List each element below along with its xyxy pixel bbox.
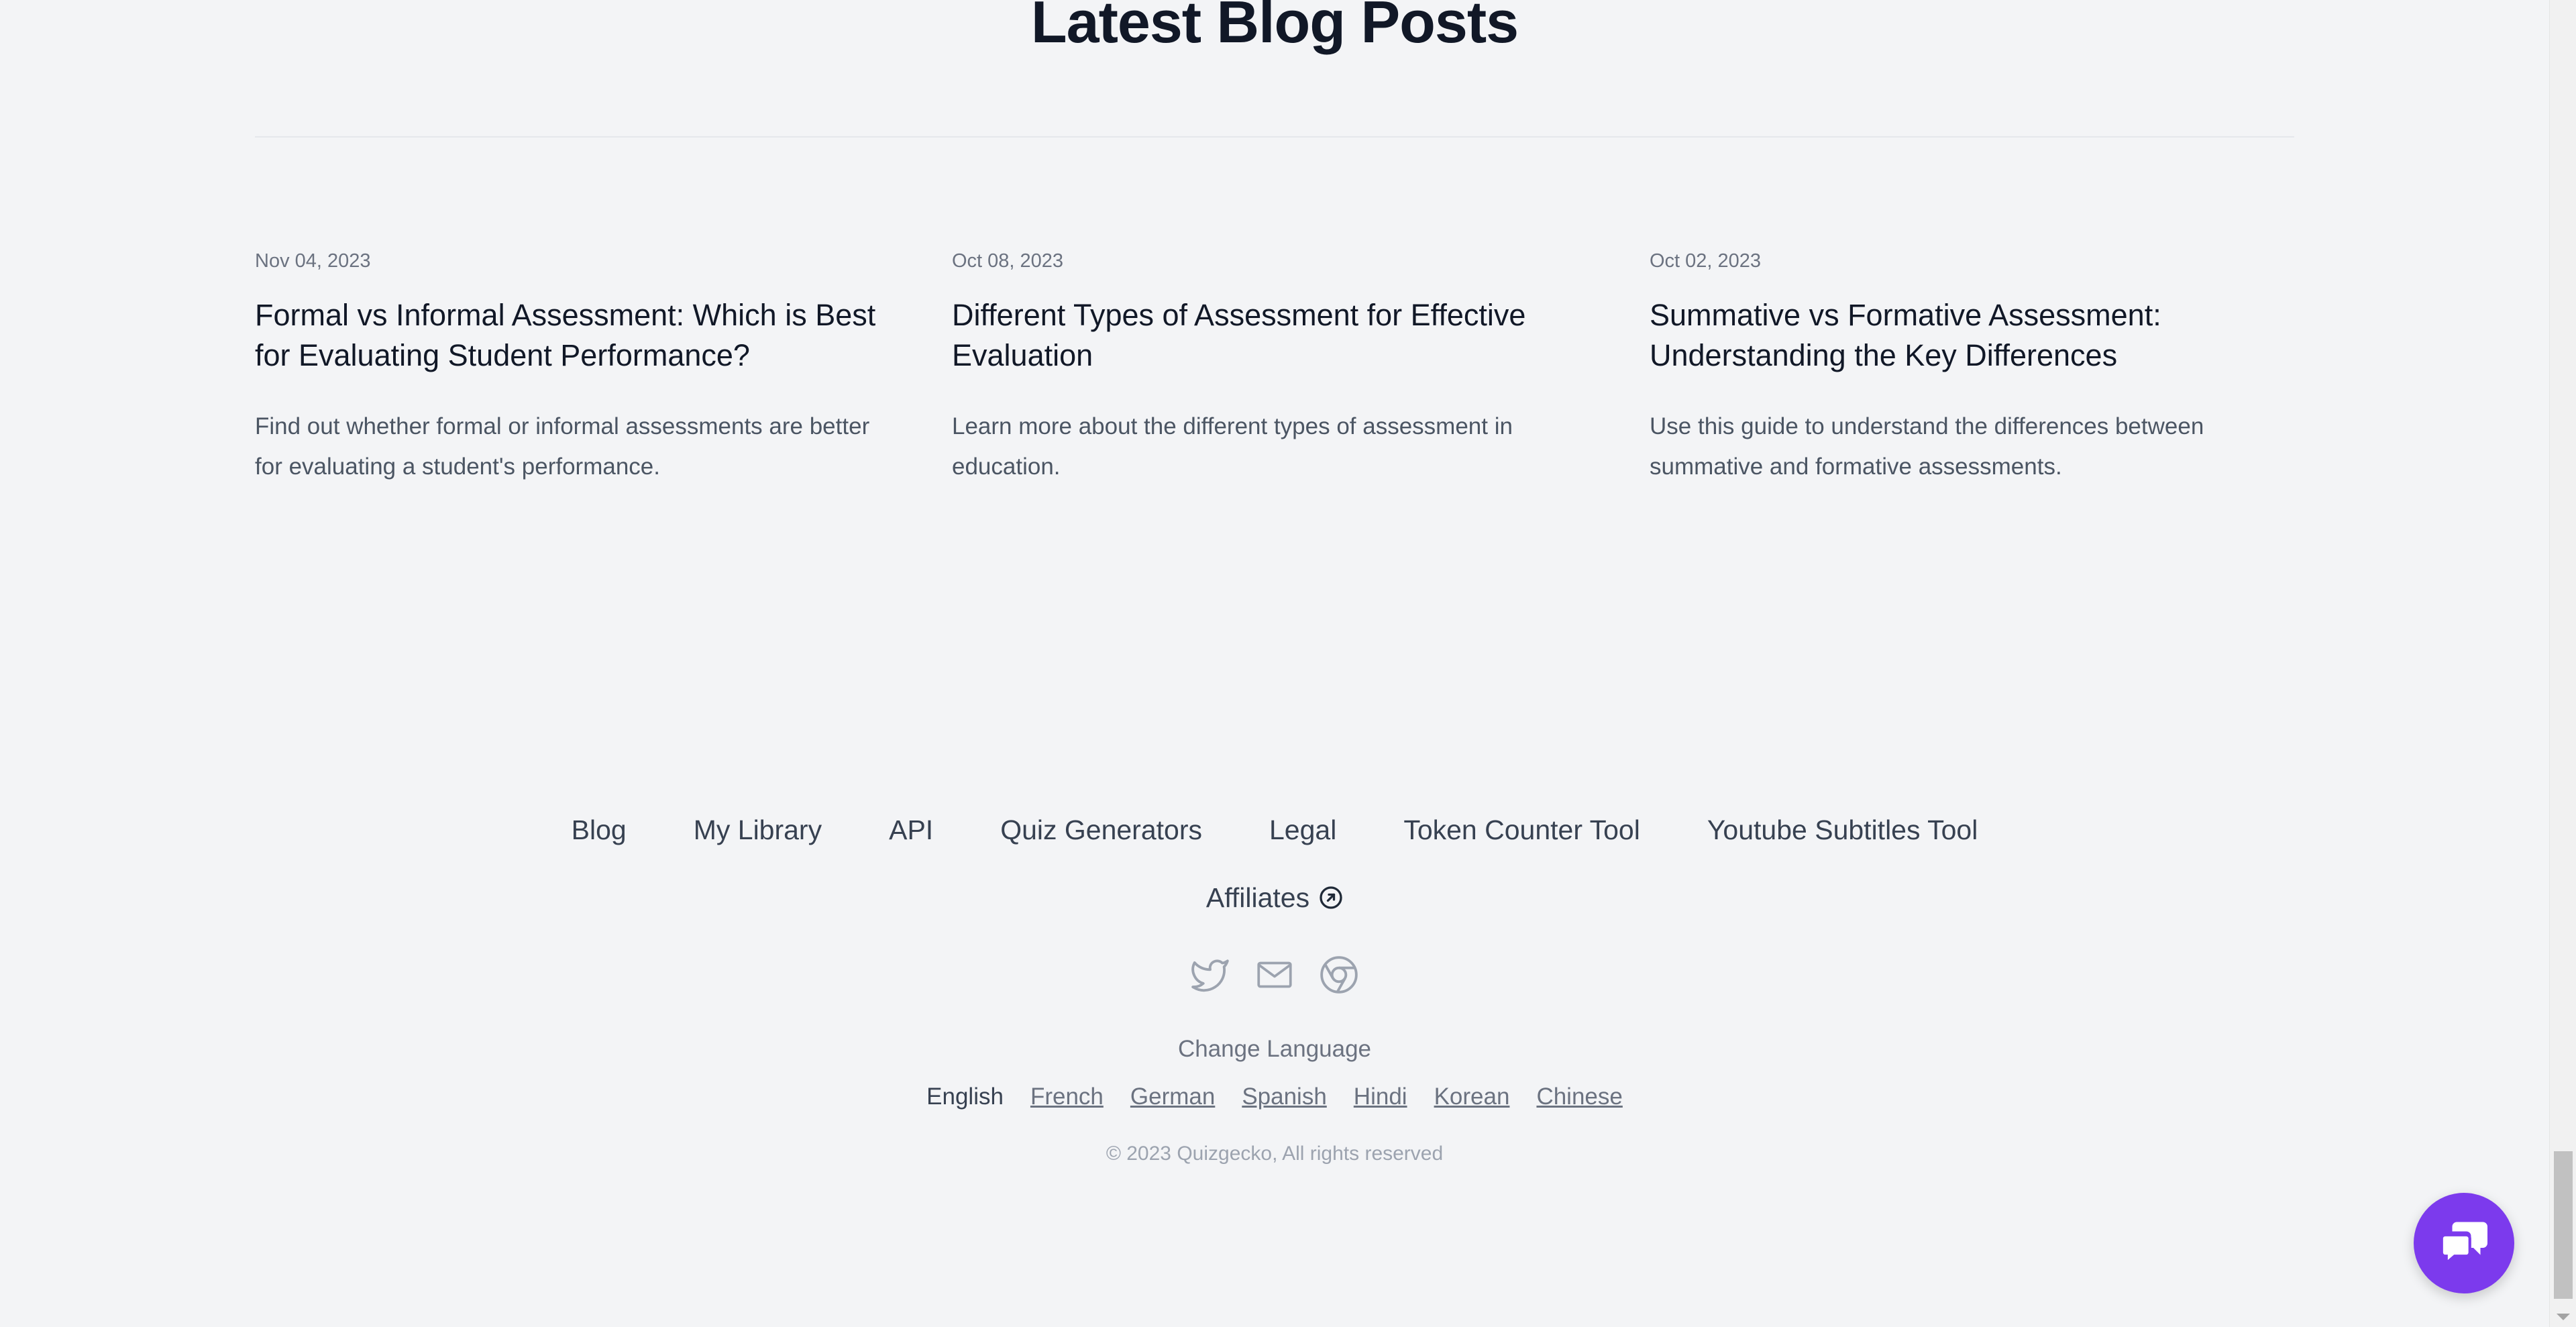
footer-link-token-counter-tool[interactable]: Token Counter Tool — [1403, 810, 1640, 850]
scrollbar[interactable] — [2549, 0, 2576, 1327]
language-link-french[interactable]: French — [1030, 1081, 1104, 1113]
page: Latest Blog Posts Nov 04, 2023 Formal vs… — [0, 0, 2576, 1327]
language-link-spanish[interactable]: Spanish — [1242, 1081, 1326, 1113]
change-language-heading: Change Language — [1177, 1036, 1372, 1062]
language-link-korean[interactable]: Korean — [1434, 1081, 1510, 1113]
post-excerpt: Use this guide to understand the differe… — [1650, 413, 2204, 480]
footer-link-legal[interactable]: Legal — [1269, 810, 1336, 850]
scroll-down-arrow-icon[interactable] — [2557, 1314, 2570, 1320]
post-date: Oct 08, 2023 — [952, 250, 1064, 272]
twitter-icon[interactable] — [1189, 954, 1231, 996]
footer-link-api[interactable]: API — [889, 810, 933, 850]
post-title[interactable]: Summative vs Formative Assessment: Under… — [1650, 295, 2280, 376]
footer-link-quiz-generators[interactable]: Quiz Generators — [1000, 810, 1202, 850]
footer-link-my-library[interactable]: My Library — [694, 810, 822, 850]
chat-button[interactable] — [2414, 1193, 2514, 1293]
language-link-chinese[interactable]: Chinese — [1536, 1081, 1622, 1113]
affiliates-label: Affiliates — [1205, 882, 1310, 913]
copyright: © 2023 Quizgecko, All rights reserved — [1106, 1143, 1444, 1165]
chat-icon — [2440, 1222, 2487, 1267]
language-link-hindi[interactable]: Hindi — [1354, 1081, 1407, 1113]
footer-link-youtube-subtitles-tool[interactable]: Youtube Subtitles Tool — [1707, 810, 1978, 850]
blog-post-card[interactable]: Oct 02, 2023 Summative vs Formative Asse… — [1650, 250, 2280, 487]
blog-post-card[interactable]: Nov 04, 2023 Formal vs Informal Assessme… — [255, 250, 899, 487]
chrome-icon[interactable] — [1318, 954, 1360, 996]
post-excerpt: Find out whether formal or informal asse… — [255, 413, 870, 480]
scrollbar-thumb[interactable] — [2554, 1151, 2573, 1299]
post-title[interactable]: Formal vs Informal Assessment: Which is … — [255, 295, 899, 376]
post-date: Oct 02, 2023 — [1650, 250, 1762, 272]
section-title: Latest Blog Posts — [1030, 0, 1519, 55]
footer-nav-secondary: Affiliates — [0, 878, 2549, 918]
language-list: English French German Spanish Hindi Kore… — [0, 1081, 2549, 1113]
footer-nav: Blog My Library API Quiz Generators Lega… — [0, 810, 2549, 850]
footer-link-affiliates[interactable]: Affiliates — [1206, 878, 1343, 918]
divider — [255, 136, 2294, 138]
external-link-icon — [1320, 886, 1342, 909]
blog-post-card[interactable]: Oct 08, 2023 Different Types of Assessme… — [952, 250, 1582, 487]
social-links — [0, 954, 2549, 996]
post-date: Nov 04, 2023 — [255, 250, 371, 272]
post-title[interactable]: Different Types of Assessment for Effect… — [952, 295, 1582, 376]
footer-link-blog[interactable]: Blog — [572, 810, 627, 850]
language-current: English — [926, 1083, 1004, 1110]
mail-icon[interactable] — [1254, 954, 1295, 996]
language-link-german[interactable]: German — [1130, 1081, 1215, 1113]
post-excerpt: Learn more about the different types of … — [952, 413, 1513, 480]
